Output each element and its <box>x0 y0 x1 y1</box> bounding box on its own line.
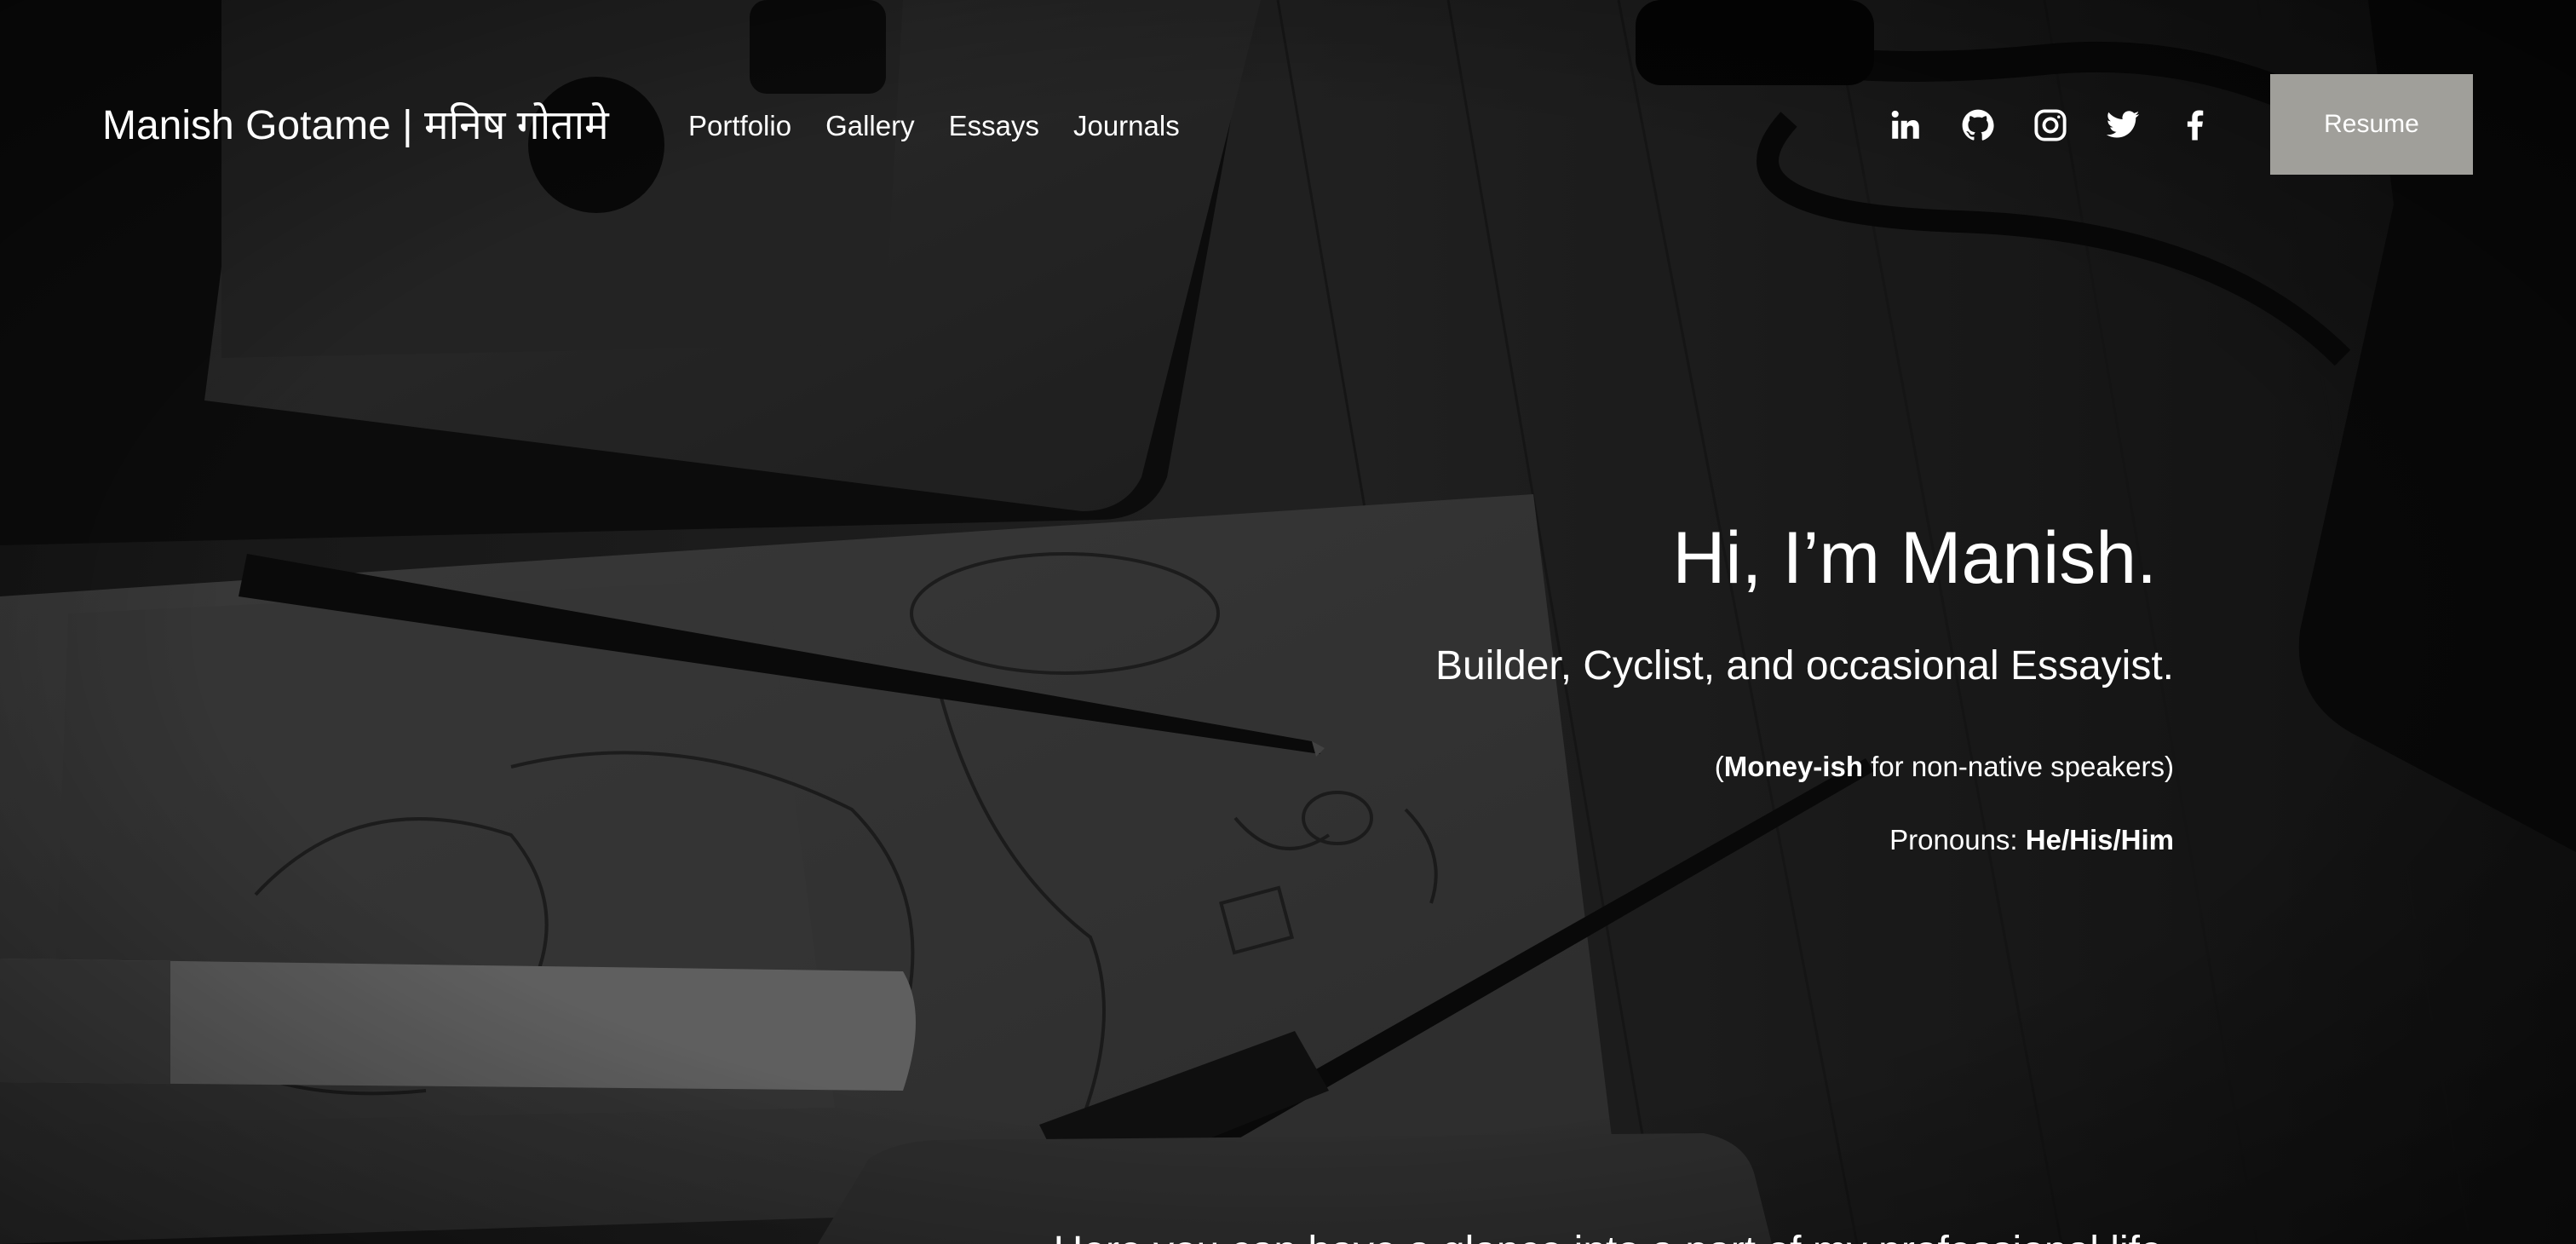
hero-subtitle: Builder, Cyclist, and occasional Essayis… <box>1435 643 2174 688</box>
linkedin-icon[interactable] <box>1886 106 1924 144</box>
site-title-link[interactable]: Manish Gotame | मनिष गोतामे <box>102 101 609 152</box>
pronouns-label: Pronouns: <box>1889 824 2026 855</box>
resume-button[interactable]: Resume <box>2270 74 2473 175</box>
page: Manish Gotame | मनिष गोतामे Portfolio Ga… <box>0 0 2576 1244</box>
hero-note: (Money-ish for non-native speakers) <box>896 748 2174 786</box>
hero-pronouns: Pronouns: He/His/Him <box>896 821 2174 859</box>
facebook-icon[interactable] <box>2176 106 2214 144</box>
hero-note-rest: for non-native speakers) <box>1862 751 2174 782</box>
github-icon[interactable] <box>1958 106 1997 144</box>
hero-note-bold: Money-ish <box>1723 751 1863 782</box>
nav-link-journals[interactable]: Journals <box>1073 106 1180 147</box>
main-nav: Portfolio Gallery Essays Journals <box>688 106 1180 147</box>
pronouns-value: He/His/Him <box>2025 824 2174 855</box>
social-links <box>1886 106 2214 144</box>
glance-text: Here you can have a glance into a part o… <box>1054 1225 2174 1244</box>
nav-link-gallery[interactable]: Gallery <box>825 106 915 147</box>
site-header: Manish Gotame | मनिष गोतामे Portfolio Ga… <box>0 0 2576 256</box>
nav-link-essays[interactable]: Essays <box>949 106 1039 147</box>
twitter-icon[interactable] <box>2103 106 2142 144</box>
instagram-icon[interactable] <box>2031 106 2069 144</box>
nav-link-portfolio[interactable]: Portfolio <box>688 106 791 147</box>
hero-note-open: ( <box>1714 751 1724 782</box>
hero-section: Hi, I’m Manish. Builder, Cyclist, and oc… <box>896 511 2174 859</box>
hero-title: Hi, I’m Manish. <box>1672 517 2157 599</box>
